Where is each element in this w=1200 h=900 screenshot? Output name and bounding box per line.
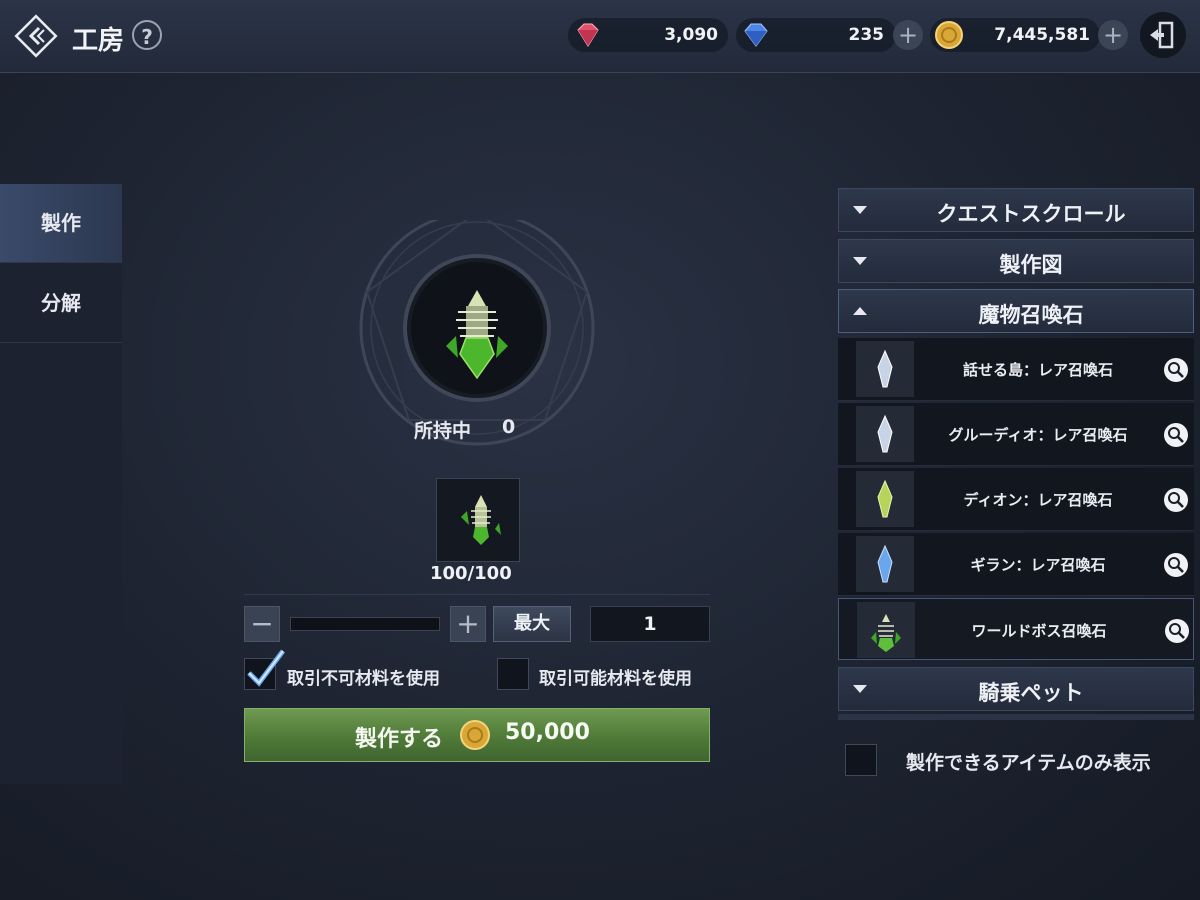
item-preview <box>354 210 600 466</box>
item-thumbnail <box>856 406 914 462</box>
summon-stone-icon <box>461 495 501 545</box>
tab-disassemble[interactable]: 分解 <box>0 264 122 343</box>
craftable-only-checkbox[interactable] <box>845 744 877 776</box>
item-name: ギラン：レア召喚石 <box>970 556 1106 574</box>
item-name: グルーディオ：レア召喚石 <box>948 426 1128 444</box>
search-icon[interactable] <box>1165 619 1189 643</box>
add-blue-gem-button[interactable]: + <box>893 20 923 50</box>
crystal-icon <box>877 479 893 518</box>
gold-amount: 7,445,581 <box>994 25 1090 45</box>
exit-button[interactable] <box>1140 12 1186 58</box>
list-item-selected[interactable]: ワールドボス召喚石 <box>838 598 1194 660</box>
category-mount-pet[interactable]: 騎乗ペット <box>838 667 1194 711</box>
category-quest-scroll[interactable]: クエストスクロール <box>838 188 1194 232</box>
magic-circle-icon <box>359 210 595 446</box>
list-item[interactable]: 話せる島：レア召喚石 <box>838 338 1194 401</box>
list-item[interactable]: ギラン：レア召喚石 <box>838 533 1194 596</box>
category-label: 製作図 <box>999 253 1063 277</box>
category-summon-stone[interactable]: 魔物召喚石 <box>838 289 1194 333</box>
crystal-icon <box>877 414 893 453</box>
back-button[interactable] <box>14 14 58 58</box>
add-gold-button[interactable]: + <box>1098 20 1128 50</box>
blue-gem-amount: 235 <box>848 25 885 45</box>
material-slot[interactable] <box>436 478 520 562</box>
currency-gold: 7,445,581 <box>930 18 1100 52</box>
crystal-icon <box>877 349 893 388</box>
material-count: 100/100 <box>430 563 512 584</box>
top-bar: 工房 ? 3,090 235 + 7,445,581 + <box>0 0 1200 73</box>
increase-button[interactable]: + <box>450 606 486 642</box>
gold-coin-icon <box>935 21 963 49</box>
red-gem-icon <box>577 23 599 47</box>
gold-coin-icon <box>460 720 490 750</box>
sidebar: 製作 分解 <box>0 184 122 784</box>
red-gem-amount: 3,090 <box>664 25 718 45</box>
item-thumbnail <box>857 602 915 658</box>
decrease-button[interactable]: − <box>244 606 280 642</box>
search-icon[interactable] <box>1164 358 1188 382</box>
category-label: 魔物召喚石 <box>978 303 1084 327</box>
untradeable-checkbox[interactable] <box>244 649 285 690</box>
exit-door-icon <box>1150 21 1174 49</box>
currency-red-gem: 3,090 <box>568 18 728 52</box>
craft-button[interactable]: 製作する 50,000 <box>244 708 710 762</box>
back-arrow-icon <box>14 14 58 58</box>
untradeable-label: 取引不可材料を使用 <box>287 669 440 689</box>
held-value: 0 <box>502 416 516 438</box>
max-button[interactable]: 最大 <box>493 606 571 642</box>
blue-gem-icon <box>744 23 768 47</box>
item-name: ワールドボス召喚石 <box>971 622 1107 640</box>
tab-craft[interactable]: 製作 <box>0 184 122 263</box>
divider <box>244 594 710 595</box>
item-name: 話せる島：レア召喚石 <box>962 361 1113 379</box>
craft-cost: 50,000 <box>505 720 590 745</box>
list-scroll-edge <box>838 714 1194 720</box>
tradeable-label: 取引可能材料を使用 <box>539 669 692 689</box>
item-thumbnail <box>856 536 914 592</box>
check-icon <box>247 649 285 687</box>
craftable-only-label: 製作できるアイテムのみ表示 <box>906 752 1151 774</box>
item-thumbnail <box>856 471 914 527</box>
currency-blue-gem: 235 <box>736 18 896 52</box>
quantity-input[interactable]: 1 <box>590 606 710 642</box>
tradeable-checkbox[interactable] <box>497 658 529 690</box>
search-icon[interactable] <box>1164 423 1188 447</box>
quantity-slider[interactable] <box>290 617 440 631</box>
item-name: ディオン：レア召喚石 <box>963 491 1113 509</box>
category-label: クエストスクロール <box>936 202 1126 226</box>
item-thumbnail <box>856 341 914 397</box>
page-title: 工房 <box>72 26 125 56</box>
search-icon[interactable] <box>1164 488 1188 512</box>
crystal-icon <box>877 544 893 583</box>
category-label: 騎乗ペット <box>978 681 1084 705</box>
category-blueprint[interactable]: 製作図 <box>838 239 1194 283</box>
help-icon[interactable]: ? <box>132 20 162 50</box>
list-item[interactable]: ディオン：レア召喚石 <box>838 468 1194 531</box>
search-icon[interactable] <box>1164 553 1188 577</box>
craft-button-label: 製作する <box>355 727 444 752</box>
held-label: 所持中 <box>414 420 472 442</box>
summon-stone-icon <box>871 614 901 652</box>
list-item[interactable]: グルーディオ：レア召喚石 <box>838 403 1194 466</box>
